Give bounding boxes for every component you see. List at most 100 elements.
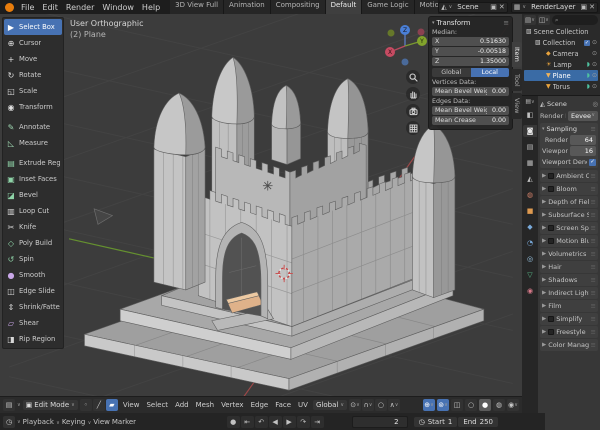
workspace-tab[interactable]: Default: [326, 0, 363, 14]
workspace-tab[interactable]: Motion Tracking: [415, 0, 439, 14]
tool-button[interactable]: ◇ Poly Build: [4, 235, 62, 251]
tool-button[interactable]: ◱ Scale: [4, 83, 62, 99]
pan-hand-icon[interactable]: [406, 87, 420, 101]
axis-minus-y-ball[interactable]: [388, 30, 395, 37]
gizmo-toggle[interactable]: ⊕∨: [423, 399, 435, 411]
render-tab[interactable]: ◙: [523, 125, 537, 137]
start-frame-field[interactable]: ◷ Start 1: [414, 417, 458, 427]
expand-arrow-icon[interactable]: ▶: [542, 251, 546, 257]
tool-button[interactable]: ⇕ Shrink/Fatten: [4, 299, 62, 315]
solid-shading-button[interactable]: ●∨: [479, 399, 491, 411]
viewport-3d[interactable]: User Orthographic (2) Plane ▶ Select Box…: [0, 14, 522, 396]
menubar-item[interactable]: Edit: [38, 3, 62, 12]
tool-button[interactable]: ↺ Spin: [4, 251, 62, 267]
median-axis-field[interactable]: X 0.51630: [432, 37, 509, 46]
collapse-icon[interactable]: ▾: [432, 20, 435, 26]
edge-select-icon[interactable]: ╱: [93, 399, 105, 411]
view-layer-tab[interactable]: ▦: [523, 157, 537, 169]
checkbox-icon[interactable]: [548, 225, 554, 231]
close-icon[interactable]: ✕: [499, 3, 505, 11]
castle-model[interactable]: [84, 57, 483, 390]
workspace-tab[interactable]: Game Logic: [362, 0, 414, 14]
mean-bevel-weight-field[interactable]: Mean Bevel Weight 0.00: [432, 87, 509, 96]
checkbox-icon[interactable]: [548, 186, 554, 192]
tool-button[interactable]: ↻ Rotate: [4, 67, 62, 83]
viewport-menu-item[interactable]: Face: [272, 401, 294, 409]
tool-button[interactable]: ▣ Inset Faces: [4, 171, 62, 187]
xray-toggle[interactable]: ◫∨: [451, 399, 463, 411]
outliner-row[interactable]: ▼ Torus ✓ ◗ ⊙: [524, 81, 598, 92]
play-icon[interactable]: ▶: [283, 416, 296, 428]
eye-icon[interactable]: ⊙: [592, 83, 597, 90]
tool-button[interactable]: ◪ Bevel: [4, 187, 62, 203]
properties-section-row[interactable]: ▶ Color Management ≡: [540, 339, 598, 351]
checkbox-icon[interactable]: [548, 173, 554, 179]
workspace-tab[interactable]: Animation: [224, 0, 271, 14]
zoom-icon[interactable]: [406, 70, 420, 84]
tool-button[interactable]: ◺ Measure: [4, 135, 62, 151]
prev-keyframe-icon[interactable]: ↶: [255, 416, 268, 428]
properties-section-row[interactable]: ▶ Shadows ≡: [540, 274, 598, 286]
tool-button[interactable]: ▶ Select Box: [4, 19, 62, 35]
drag-handle-icon[interactable]: ≡: [503, 19, 509, 27]
tool-button[interactable]: ◉ Transform: [4, 99, 62, 115]
camera-view-icon[interactable]: [406, 104, 420, 118]
material-shading-button[interactable]: ◍∨: [493, 399, 505, 411]
tool-button[interactable]: ◫ Edge Slide: [4, 283, 62, 299]
camera-object[interactable]: [94, 209, 112, 224]
eye-icon[interactable]: ⊙: [592, 72, 597, 79]
mode-selector[interactable]: ▣ Edit Mode ∨: [23, 400, 78, 410]
expand-arrow-icon[interactable]: ▶: [542, 186, 546, 192]
proportional-edit-button[interactable]: ○∨: [375, 399, 387, 411]
checkbox-icon[interactable]: [548, 316, 554, 322]
eye-icon[interactable]: ⊙: [592, 50, 597, 57]
edge-data-field[interactable]: Mean Crease 0.00: [432, 116, 509, 125]
menubar-item[interactable]: File: [17, 3, 38, 12]
sampling-row-value[interactable]: 16: [570, 146, 596, 156]
expand-arrow-icon[interactable]: ▶: [542, 225, 546, 231]
expand-arrow-icon[interactable]: ▶: [542, 316, 546, 322]
menubar-item[interactable]: Window: [98, 3, 138, 12]
properties-editor-type-button[interactable]: ▤∨: [525, 98, 534, 105]
properties-section-row[interactable]: ▶ Ambient Occlusion ≡: [540, 170, 598, 182]
editor-type-button[interactable]: ▤: [3, 399, 15, 411]
outliner-display-mode-button[interactable]: ◫∨: [538, 15, 550, 25]
workspace-tab[interactable]: Compositing: [271, 0, 326, 14]
expand-arrow-icon[interactable]: ▶: [542, 238, 546, 244]
blender-logo-icon[interactable]: [5, 3, 14, 12]
timeline-menu-item[interactable]: View ∨: [93, 418, 110, 426]
scene-selector[interactable]: ◭ ∨ Scene ▣ ✕: [438, 2, 508, 13]
sidebar-tab[interactable]: View: [512, 93, 522, 118]
viewport-menu-item[interactable]: Vertex: [218, 401, 247, 409]
properties-section-row[interactable]: ▶ Hair ≡: [540, 261, 598, 273]
outliner-row[interactable]: ▧ Scene Collection ✓ ◗ ⊙: [524, 26, 598, 37]
median-axis-field[interactable]: Y -0.00518: [432, 47, 509, 56]
sampling-row-value[interactable]: 64: [570, 135, 596, 145]
active-tool-tab[interactable]: ◧: [523, 109, 537, 121]
viewport-menu-item[interactable]: UV: [295, 401, 311, 409]
eye-icon[interactable]: ⊙: [592, 61, 597, 68]
outliner-search-input[interactable]: ⌕: [552, 15, 598, 25]
expand-arrow-icon[interactable]: ▶: [542, 290, 546, 296]
tool-button[interactable]: + Move: [4, 51, 62, 67]
global-button[interactable]: Global: [432, 68, 471, 77]
expand-arrow-icon[interactable]: ▶: [542, 264, 546, 270]
sidebar-tab[interactable]: Item: [512, 42, 522, 67]
expand-arrow-icon[interactable]: ▶: [542, 212, 546, 218]
workspace-tab[interactable]: 3D View Full: [170, 0, 224, 14]
pivot-point-button[interactable]: ⊙∨: [349, 399, 361, 411]
tool-button[interactable]: ▥ Loop Cut: [4, 203, 62, 219]
modifiers-tab[interactable]: ◆: [523, 221, 537, 233]
tool-button[interactable]: ✎ Annotate: [4, 119, 62, 135]
viewport-menu-item[interactable]: Select: [143, 401, 171, 409]
play-reverse-icon[interactable]: ◀: [269, 416, 282, 428]
record-icon[interactable]: ●: [227, 416, 240, 428]
physics-tab[interactable]: ◔: [523, 237, 537, 249]
jump-to-start-icon[interactable]: ⇤: [241, 416, 254, 428]
tool-button[interactable]: ▤ Extrude Region: [4, 155, 62, 171]
tool-button[interactable]: ✂ Knife: [4, 219, 62, 235]
viewport-menu-item[interactable]: Edge: [248, 401, 272, 409]
new-renderlayer-icon[interactable]: ▣: [581, 3, 588, 11]
properties-section-row[interactable]: ▶ Depth of Field ≡: [540, 196, 598, 208]
close-icon[interactable]: ✕: [589, 3, 595, 11]
